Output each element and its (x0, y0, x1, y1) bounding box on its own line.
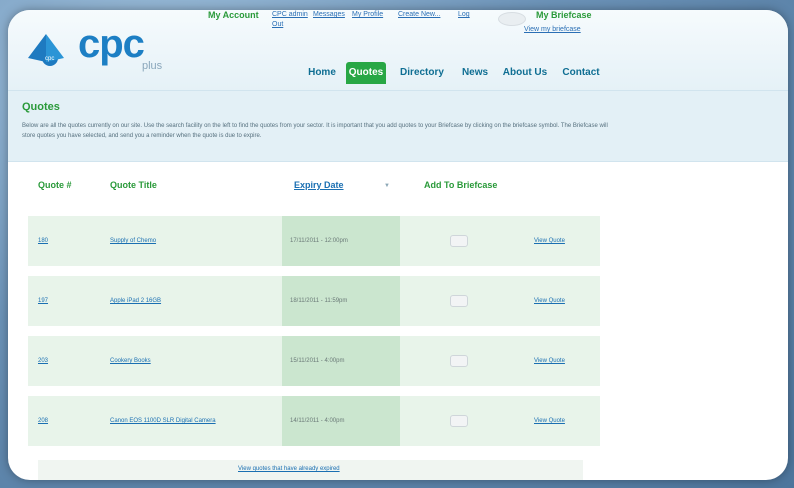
logo-subtext: plus (142, 60, 163, 72)
view-briefcase-link[interactable]: View my briefcase (524, 26, 581, 33)
view-quote-link[interactable]: View Quote (534, 216, 565, 266)
quote-number-link[interactable]: 180 (38, 216, 48, 266)
add-to-briefcase-button[interactable] (444, 216, 474, 266)
my-briefcase-label: My Briefcase (536, 10, 592, 20)
footer-bar: View quotes that have already expired (38, 460, 583, 480)
header-add-to-briefcase: Add To Briefcase (424, 180, 498, 190)
my-account-label: My Account (208, 10, 259, 20)
header-expiry-date[interactable]: Expiry Date (294, 180, 344, 190)
table-row: 208 Canon EOS 1100D SLR Digital Camera 1… (28, 396, 600, 446)
nav-directory[interactable]: Directory (394, 62, 450, 84)
briefcase-icon (450, 235, 468, 247)
nav-home[interactable]: Home (306, 62, 338, 84)
quote-number-link[interactable]: 197 (38, 276, 48, 326)
my-profile-link[interactable]: My Profile (352, 11, 383, 18)
quote-title-link[interactable]: Apple iPad 2 16GB (110, 276, 161, 326)
table-row: 197 Apple iPad 2 16GB 18/11/2011 - 11:59… (28, 276, 600, 326)
site-header: cpc cpc plus My Account CPC admin Out Me… (8, 10, 788, 90)
briefcase-icon (450, 415, 468, 427)
expired-quotes-link[interactable]: View quotes that have already expired (238, 466, 340, 472)
nav-quotes[interactable]: Quotes (346, 62, 386, 84)
header-quote-title: Quote Title (110, 180, 157, 190)
briefcase-icon (450, 295, 468, 307)
expiry-date: 14/11/2011 - 4:00pm (282, 396, 400, 446)
cpc-plus-logo[interactable]: cpc cpc plus (22, 20, 162, 80)
browser-frame: cpc cpc plus My Account CPC admin Out Me… (8, 10, 788, 480)
nav-about-us[interactable]: About Us (500, 62, 550, 84)
page-intro-bar: Quotes Below are all the quotes currentl… (8, 90, 788, 162)
quote-number-link[interactable]: 203 (38, 336, 48, 386)
table-row: 180 Supply of Chemo 17/11/2011 - 12:00pm… (28, 216, 600, 266)
quote-title-link[interactable]: Supply of Chemo (110, 216, 156, 266)
header-quote-number: Quote # (38, 180, 72, 190)
log-link[interactable]: Log (458, 11, 470, 18)
create-new-link[interactable]: Create New... (398, 11, 440, 18)
page-title: Quotes (22, 101, 60, 113)
view-quote-link[interactable]: View Quote (534, 336, 565, 386)
briefcase-icon (450, 355, 468, 367)
cpc-admin-link[interactable]: CPC admin (272, 11, 308, 18)
view-quote-link[interactable]: View Quote (534, 276, 565, 326)
nav-contact[interactable]: Contact (558, 62, 604, 84)
logo-badge: cpc (45, 56, 54, 62)
add-to-briefcase-button[interactable] (444, 336, 474, 386)
messages-link[interactable]: Messages (313, 11, 345, 18)
quote-title-link[interactable]: Canon EOS 1100D SLR Digital Camera (110, 396, 216, 446)
cpc-logo-icon: cpc (28, 34, 64, 66)
add-to-briefcase-button[interactable] (444, 396, 474, 446)
expiry-date: 18/11/2011 - 11:59pm (282, 276, 400, 326)
add-to-briefcase-button[interactable] (444, 276, 474, 326)
briefcase-icon[interactable] (498, 12, 526, 26)
expiry-date: 15/11/2011 - 4:00pm (282, 336, 400, 386)
quote-number-link[interactable]: 208 (38, 396, 48, 446)
table-row: 203 Cookery Books 15/11/2011 - 4:00pm Vi… (28, 336, 600, 386)
sort-arrow-icon[interactable]: ▼ (384, 183, 390, 189)
nav-news[interactable]: News (458, 62, 492, 84)
expiry-date: 17/11/2011 - 12:00pm (282, 216, 400, 266)
quote-title-link[interactable]: Cookery Books (110, 336, 151, 386)
page-intro-text: Below are all the quotes currently on ou… (22, 123, 608, 139)
logout-out-link[interactable]: Out (272, 21, 283, 28)
view-quote-link[interactable]: View Quote (534, 396, 565, 446)
logo-text: cpc (78, 22, 145, 66)
